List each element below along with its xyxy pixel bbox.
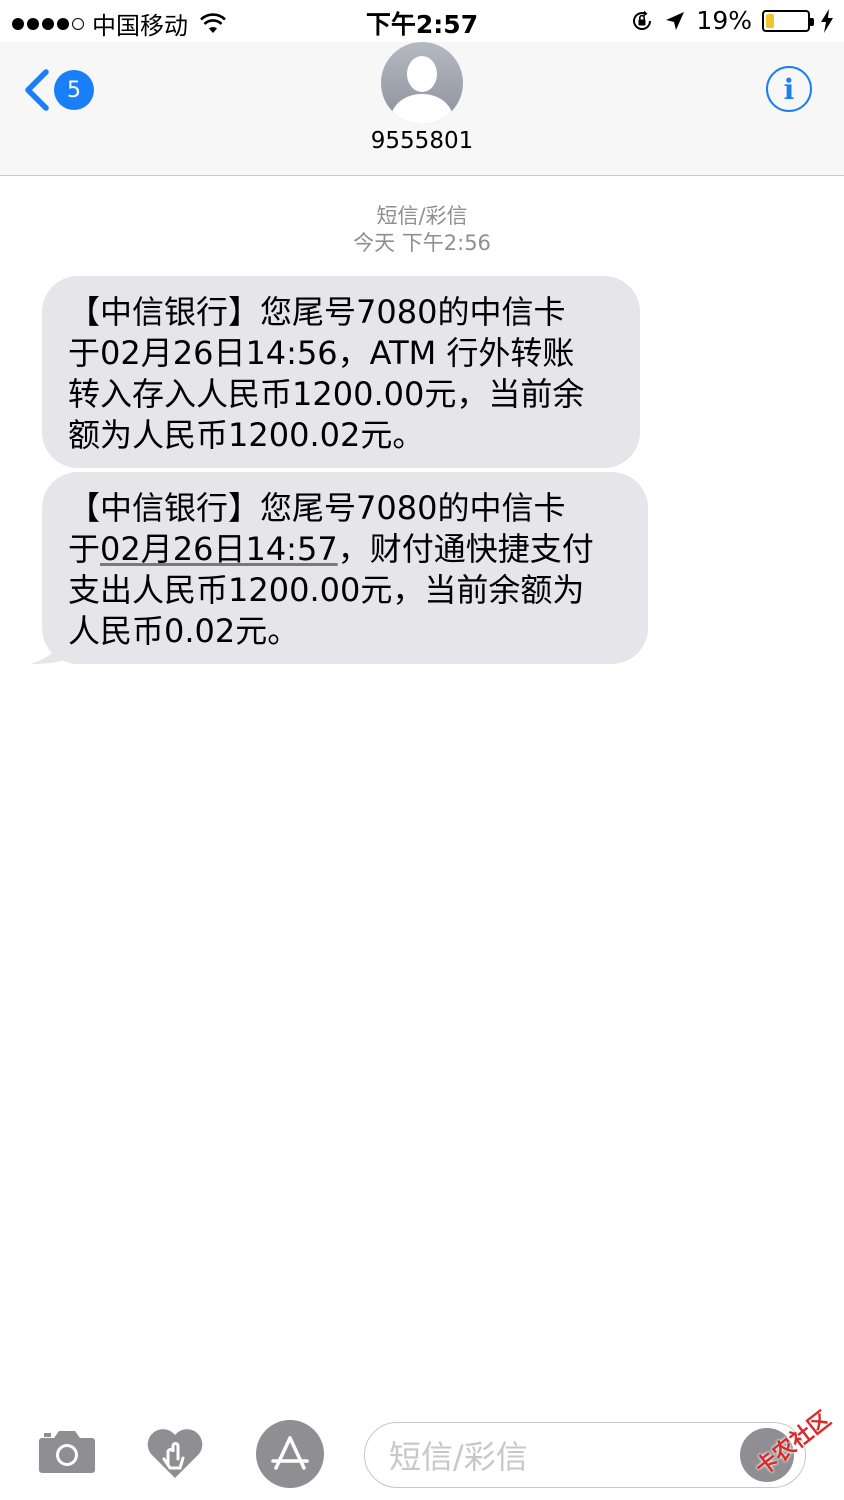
message-line: 支出人民币1200.00元，当前余额为: [68, 571, 585, 609]
message-line: 于02月26日14:57，财付通快捷支付: [68, 529, 628, 570]
app-store-icon[interactable]: [256, 1420, 324, 1488]
message-line: 【中信银行】您尾号7080的中信卡: [68, 489, 566, 527]
digital-touch-icon[interactable]: [146, 1426, 204, 1480]
date-link[interactable]: 02月26日14:57: [100, 530, 338, 568]
thread-timestamp: 今天 下午2:56: [353, 231, 491, 255]
message-line: 【中信银行】您尾号7080的中信卡: [68, 293, 566, 331]
message-bubble[interactable]: 【中信银行】您尾号7080的中信卡 于02月26日14:57，财付通快捷支付 支…: [30, 472, 648, 664]
info-icon[interactable]: i: [766, 66, 812, 112]
rotation-lock-icon: [633, 10, 652, 30]
location-arrow-icon: [666, 11, 685, 30]
message-text: 于: [68, 530, 101, 568]
back-button[interactable]: 5: [22, 68, 94, 112]
message-line: 于02月26日14:56，ATM 行外转账: [68, 334, 575, 372]
conversation-header: 5 9555801 i: [0, 42, 844, 176]
back-chevron-icon: [25, 69, 49, 111]
battery-fill: [766, 13, 774, 28]
thread-meta: 短信/彩信 今天 下午2:56: [0, 203, 844, 257]
message-text: ，财付通快捷支付: [337, 530, 594, 568]
message-line: 转入存入人民币1200.00元，当前余: [68, 375, 585, 413]
person-silhouette-icon: [389, 56, 455, 124]
contact-name[interactable]: 9555801: [0, 128, 844, 154]
service-label: 短信/彩信: [376, 204, 468, 228]
app-store-glyph: [271, 1436, 309, 1470]
compose-bar: 短信/彩信: [0, 1410, 844, 1500]
camera-icon[interactable]: [38, 1428, 96, 1474]
message-line: 人民币0.02元。: [68, 612, 300, 650]
contact-avatar-icon[interactable]: [381, 42, 463, 124]
charging-bolt-icon: [821, 8, 833, 33]
battery-percent: 19%: [696, 6, 752, 35]
battery-icon: [762, 9, 814, 32]
unread-count-badge: 5: [54, 70, 94, 110]
bubble-tail: [30, 634, 64, 664]
status-right: 19%: [630, 6, 834, 35]
status-bar: 中国移动 下午2:57 19%: [0, 0, 844, 42]
message-line: 额为人民币1200.02元。: [68, 416, 425, 454]
message-bubble[interactable]: 【中信银行】您尾号7080的中信卡 于02月26日14:56，ATM 行外转账 …: [42, 276, 640, 468]
